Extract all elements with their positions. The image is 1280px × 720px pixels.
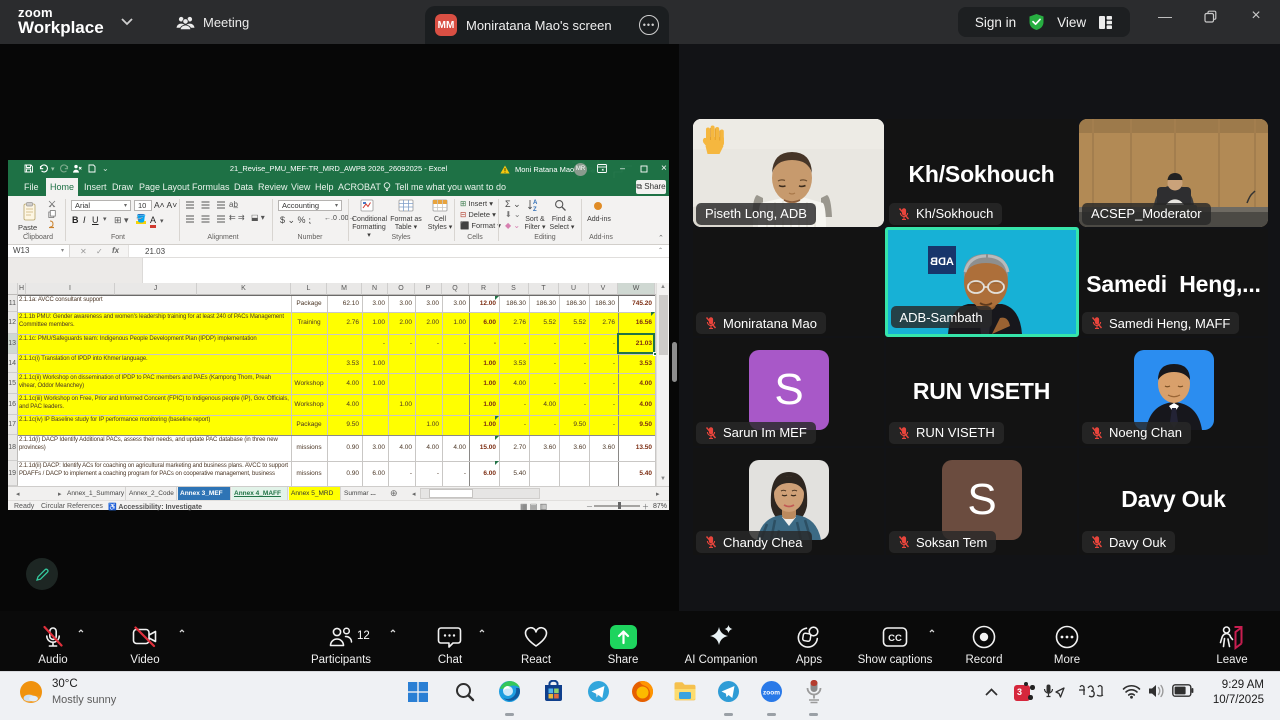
svg-text:A: A (533, 200, 538, 206)
svg-text:ADB: ADB (930, 256, 954, 268)
svg-text:Z: Z (533, 207, 537, 212)
svg-text:CC: CC (888, 633, 902, 644)
svg-text:zoom: zoom (763, 690, 780, 697)
